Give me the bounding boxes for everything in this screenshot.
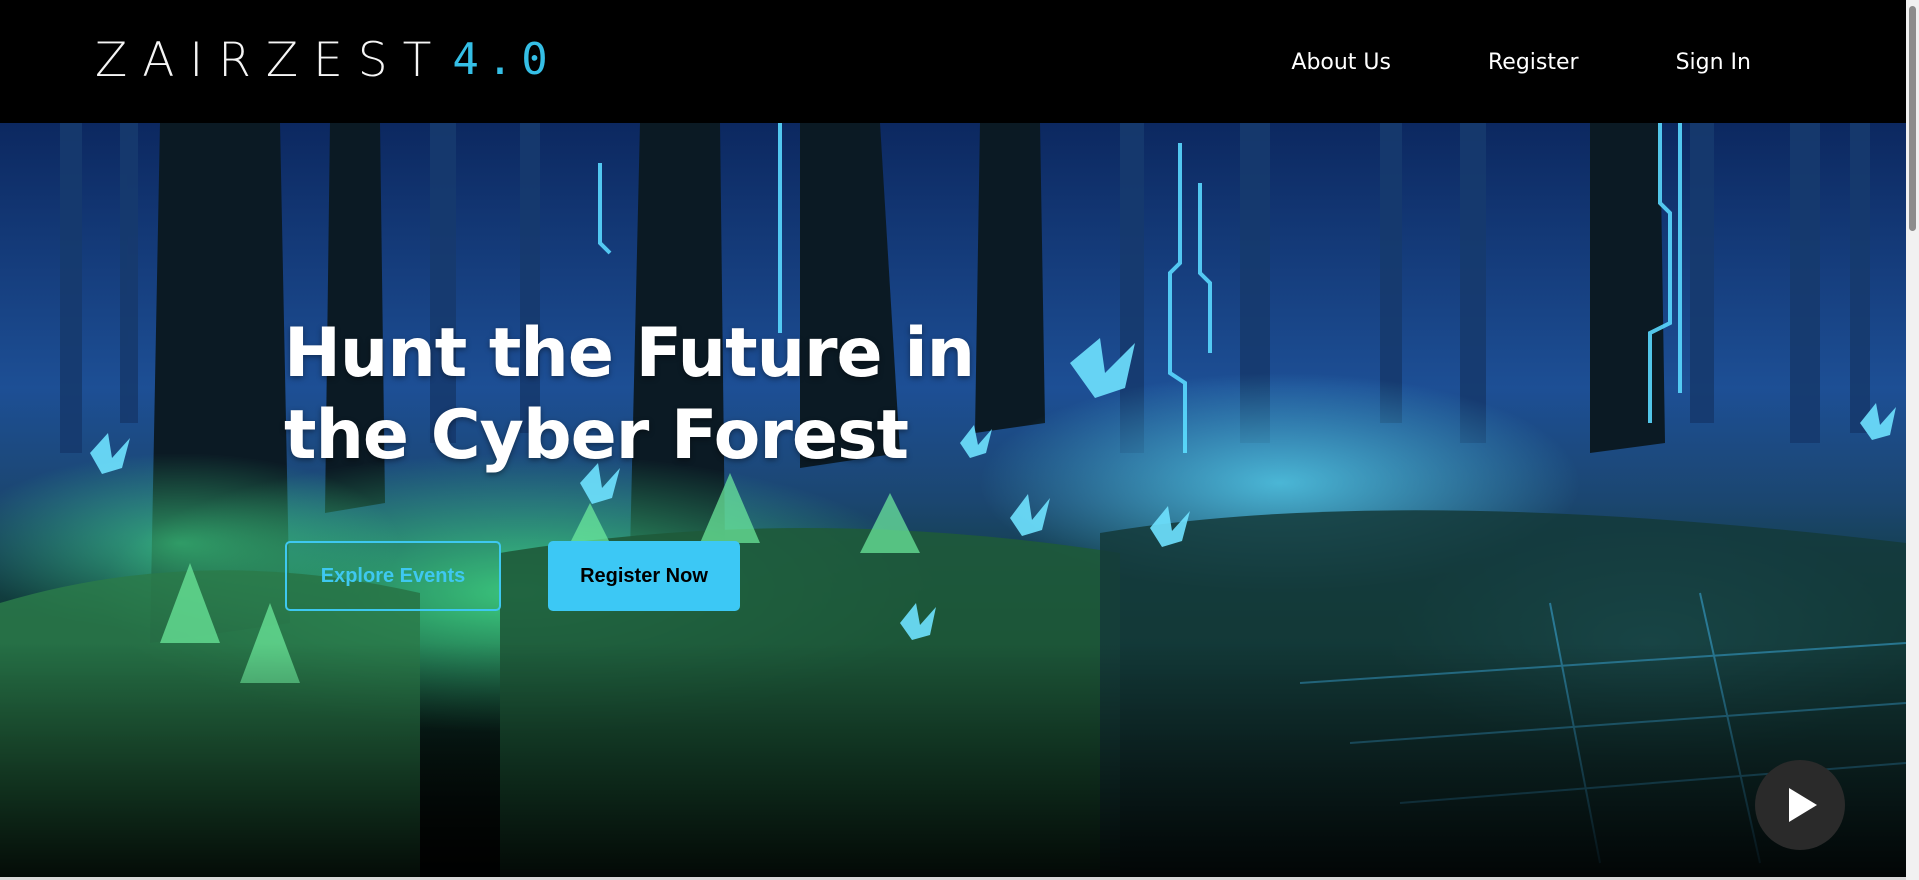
nav-sign-in[interactable]: Sign In bbox=[1676, 48, 1751, 78]
hero-title: Hunt the Future in the Cyber Forest bbox=[284, 314, 975, 475]
scrollbar-thumb[interactable] bbox=[1909, 6, 1916, 231]
hero-section: Hunt the Future in the Cyber Forest Expl… bbox=[0, 123, 1906, 880]
main-nav: About Us Register Sign In bbox=[1291, 48, 1751, 78]
logo-version: 4.0 bbox=[452, 34, 556, 85]
logo-text: ZAIRZEST bbox=[95, 32, 447, 88]
play-button[interactable] bbox=[1755, 760, 1845, 850]
nav-about-us[interactable]: About Us bbox=[1291, 48, 1391, 78]
nav-register[interactable]: Register bbox=[1488, 48, 1579, 78]
hero-background-image bbox=[0, 123, 1906, 880]
register-now-button[interactable]: Register Now bbox=[548, 541, 740, 611]
page-scrollbar[interactable] bbox=[1906, 0, 1919, 880]
site-header: ZAIRZEST 4.0 About Us Register Sign In bbox=[0, 0, 1906, 123]
page: ZAIRZEST 4.0 About Us Register Sign In H… bbox=[0, 0, 1919, 880]
explore-events-button[interactable]: Explore Events bbox=[285, 541, 501, 611]
brand-logo[interactable]: ZAIRZEST 4.0 bbox=[95, 35, 556, 85]
play-icon bbox=[1789, 788, 1817, 822]
